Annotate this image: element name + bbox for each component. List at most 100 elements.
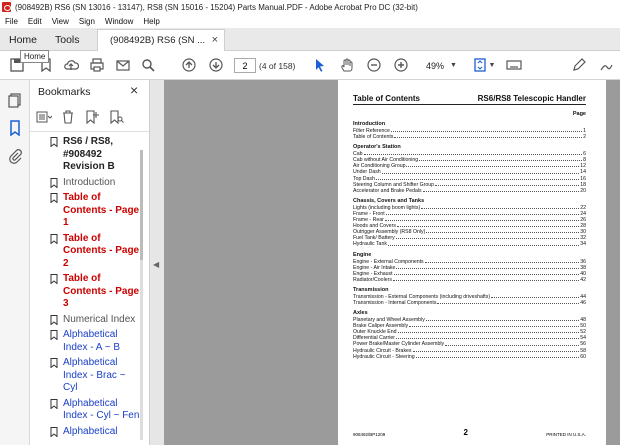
close-panel-icon[interactable]: × <box>130 82 138 98</box>
menu-edit[interactable]: Edit <box>23 17 47 26</box>
pdf-page: Table of Contents RS6/RS8 Telescopic Han… <box>338 80 606 445</box>
bookmark-icon <box>50 398 58 410</box>
toc-row[interactable]: Radiator/Coolers 42 <box>353 277 586 283</box>
mail-icon[interactable] <box>114 56 132 74</box>
cloud-upload-icon[interactable] <box>62 56 80 74</box>
zoom-out-icon[interactable] <box>365 56 383 74</box>
menu-help[interactable]: Help <box>138 17 164 26</box>
toc-leader <box>387 241 580 246</box>
toc-leader <box>396 335 580 340</box>
scrollbar-thumb[interactable] <box>140 150 143 260</box>
toc-section-title: Axles <box>353 310 368 317</box>
toc-leader <box>384 217 580 222</box>
acrobat-window: (908492B) RS6 (SN 13016 - 13147), RS8 (S… <box>0 0 620 445</box>
doc-header-left: Table of Contents <box>353 94 420 103</box>
menu-view[interactable]: View <box>47 17 74 26</box>
bookmark-item[interactable]: Table of Contents - Page 1 <box>30 192 142 230</box>
bookmark-icon <box>50 274 58 285</box>
bookmark-label: Alphabetical <box>63 425 118 437</box>
bookmark-item[interactable]: RS6 / RS8, #908492 Revision B <box>30 136 142 174</box>
bookmarks-panel-icon[interactable] <box>7 120 23 137</box>
fit-page-icon[interactable] <box>471 56 489 74</box>
close-tab-icon[interactable]: × <box>212 34 218 46</box>
panel-collapse-handle[interactable]: ◀ <box>150 80 164 445</box>
bookmark-item[interactable]: Alphabetical Index - Brac ~ Cyl <box>30 357 142 395</box>
toc-leader <box>392 277 580 281</box>
find-bookmark-icon[interactable] <box>108 109 124 125</box>
toc-row[interactable]: Hydraulic Tank 34 <box>353 241 586 247</box>
toc-row[interactable]: Table of Contents 2 <box>353 134 586 140</box>
tab-document[interactable]: (908492B) RS6 (SN ... × <box>97 29 225 51</box>
panel-divider <box>30 131 149 132</box>
attachments-icon[interactable] <box>7 148 23 164</box>
toc-leader <box>491 294 580 298</box>
bookmark-item[interactable]: Numerical Index <box>30 314 142 327</box>
search-icon[interactable] <box>139 56 157 74</box>
page-number-input[interactable]: 2 <box>234 58 256 73</box>
toc-leader <box>394 134 583 139</box>
new-bookmark-icon[interactable] <box>84 109 100 125</box>
print-icon[interactable] <box>88 56 106 74</box>
toc-section-title: Engine <box>353 251 372 258</box>
options-menu-icon[interactable] <box>36 109 52 125</box>
bookmark-label: Table of Contents - Page 2 <box>63 232 140 269</box>
toc-leader <box>437 300 580 305</box>
toc-leader <box>406 163 580 168</box>
tab-tools[interactable]: Tools <box>55 28 80 51</box>
left-navigation-rail <box>0 80 30 445</box>
zoom-level[interactable]: 49% <box>420 58 450 73</box>
zoom-in-icon[interactable] <box>392 56 410 74</box>
collapse-arrow-icon[interactable]: ◀ <box>153 260 159 269</box>
toc-section-title: Chassis, Covers and Tanks <box>353 197 425 204</box>
toc-section-title: Operator's Station <box>353 144 401 151</box>
toc-leader <box>396 223 580 228</box>
bookmark-label: Table of Contents - Page 3 <box>63 273 140 309</box>
toc-row[interactable]: Transmission - Internal Components 46 <box>353 300 586 306</box>
toc-leader <box>375 176 580 180</box>
zoom-dropdown-icon[interactable]: ▼ <box>450 62 457 69</box>
delete-bookmark-icon[interactable] <box>60 109 76 125</box>
toc-leader <box>396 265 580 269</box>
toc-sections: Introduction Filter Reference 1 Table of Co… <box>353 121 586 360</box>
bookmarks-panel: Bookmarks × RS6 / RS8, #908492 Revision … <box>30 80 150 445</box>
tab-home[interactable]: Home <box>9 28 37 51</box>
toc-section-title: Introduction <box>353 121 386 127</box>
toc-section-title: Transmission <box>353 286 389 293</box>
page-count: (4 of 158) <box>259 61 296 71</box>
toc-row[interactable]: Hydraulic Circuit - Steering 60 <box>353 354 586 360</box>
bookmarks-scrollbar[interactable] <box>140 150 143 440</box>
toc-leader <box>415 354 580 358</box>
bookmark-item[interactable]: Table of Contents - Page 3 <box>30 273 142 311</box>
next-page-icon[interactable] <box>207 56 225 74</box>
menu-bar: File Edit View Sign Window Help <box>0 14 620 28</box>
footer-right: PRINTED IN U.S.A. <box>546 432 586 437</box>
bookmark-item[interactable]: Introduction <box>30 177 142 190</box>
previous-page-icon[interactable] <box>180 56 198 74</box>
tab-document-label: (908492B) RS6 (SN ... <box>110 35 206 46</box>
toc-leader <box>424 259 580 263</box>
bookmark-icon <box>50 233 58 245</box>
select-cursor-icon[interactable] <box>311 56 329 74</box>
menu-sign[interactable]: Sign <box>74 17 100 26</box>
menu-window[interactable]: Window <box>100 17 138 26</box>
fit-dropdown-icon[interactable]: ▼ <box>488 56 496 74</box>
footer-page-number: 2 <box>463 428 468 437</box>
page-thumbnails-icon[interactable] <box>7 92 23 108</box>
sign-icon[interactable] <box>598 56 616 74</box>
toc-leader <box>445 341 580 346</box>
bookmark-item[interactable]: Table of Contents - Page 2 <box>30 233 142 271</box>
keyboard-icon[interactable] <box>505 56 523 74</box>
bookmark-item[interactable]: Alphabetical Index - A ~ B <box>30 329 142 354</box>
bookmarks-title: Bookmarks <box>38 86 91 98</box>
toc-page-number: 20 <box>580 187 586 194</box>
acrobat-logo-icon <box>2 2 11 12</box>
toc-page-number: 42 <box>580 276 586 283</box>
hand-tool-icon[interactable] <box>338 56 356 74</box>
bookmark-item[interactable]: Alphabetical <box>30 426 142 439</box>
menu-file[interactable]: File <box>0 17 23 26</box>
toc-section: Introduction Filter Reference 1 Table of Co… <box>353 121 586 140</box>
toc-row[interactable]: Accelerator and Brake Pedals 20 <box>353 188 586 194</box>
document-viewport[interactable]: Table of Contents RS6/RS8 Telescopic Han… <box>164 80 620 445</box>
bookmark-item[interactable]: Alphabetical Index - Cyl ~ Fen <box>30 398 142 423</box>
highlight-pen-icon[interactable] <box>570 56 588 74</box>
